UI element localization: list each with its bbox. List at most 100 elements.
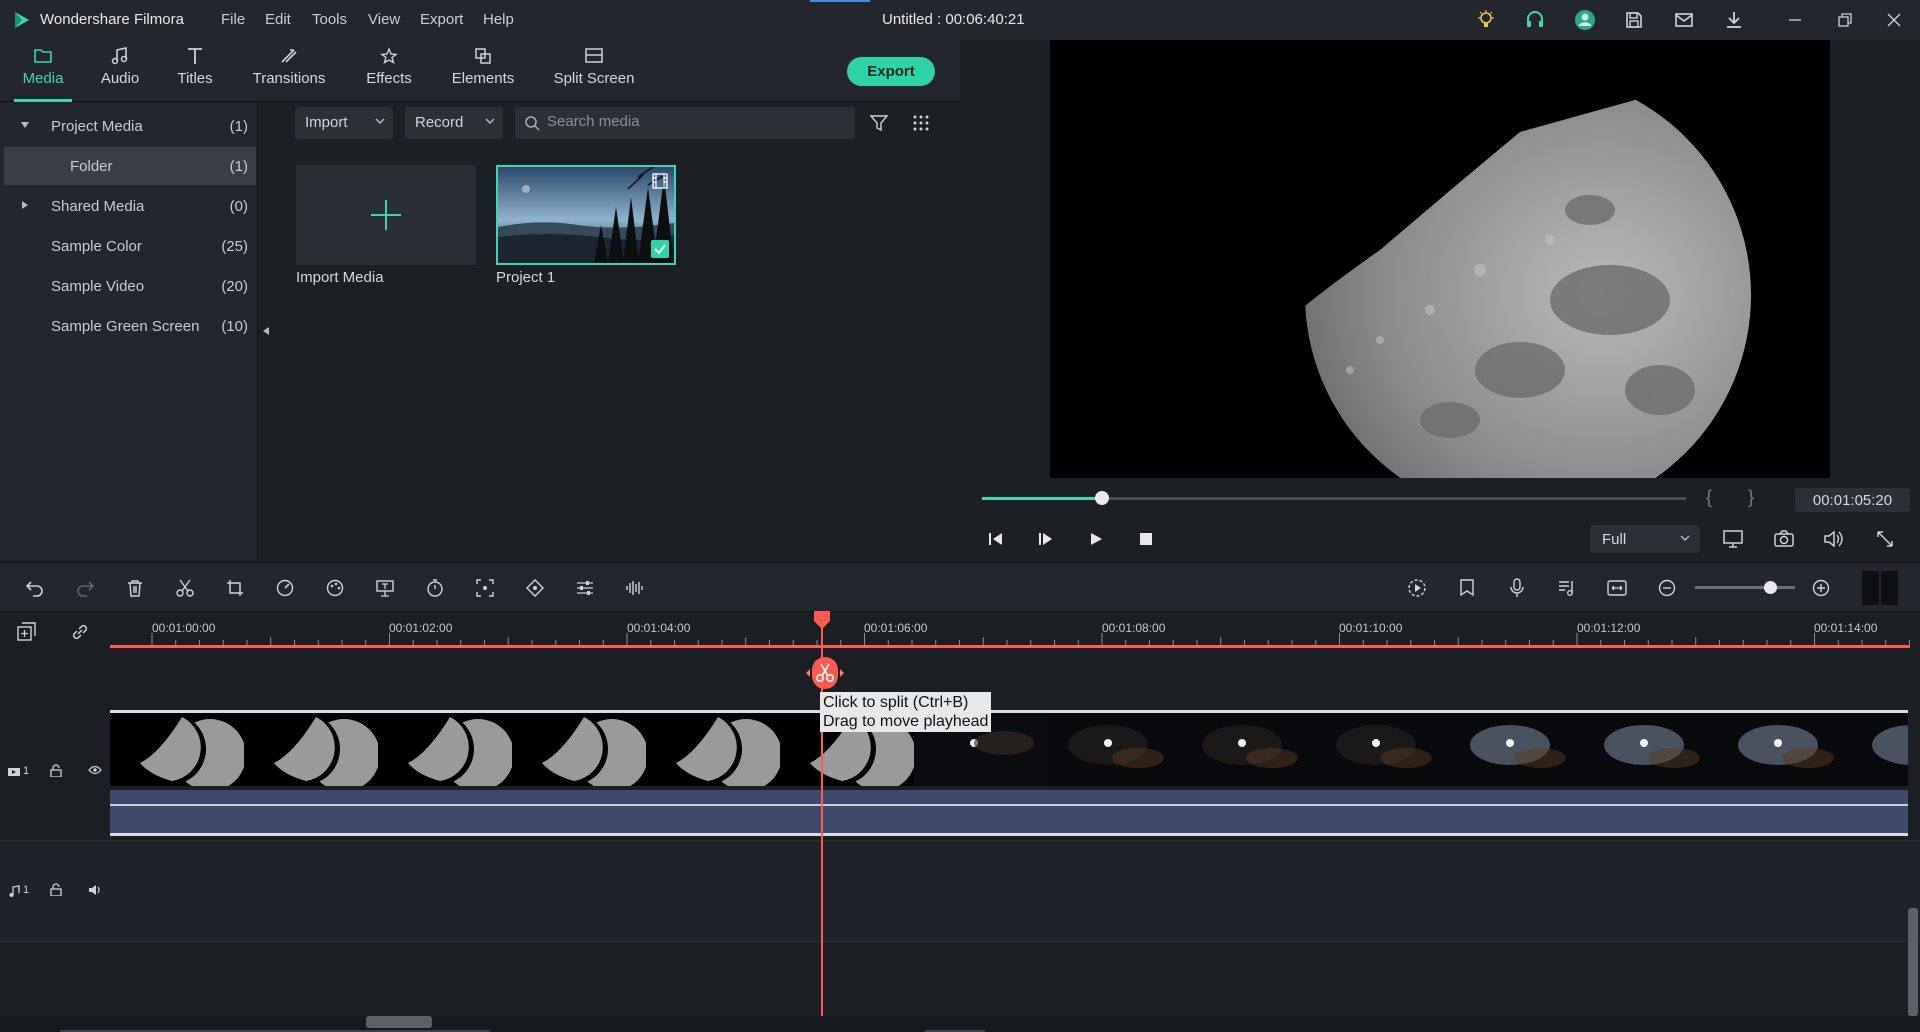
tab-effects[interactable]: Effects [360,40,418,102]
marker-icon[interactable] [1455,576,1479,600]
undo-icon[interactable] [23,576,47,600]
stop-button[interactable] [1134,527,1158,551]
render-preview-icon[interactable] [1405,576,1429,600]
sidebar-item-label: Folder [70,158,113,175]
preview-quality-dropdown[interactable]: Full [1590,525,1700,553]
project-1-thumbnail[interactable] [496,165,676,265]
audio-waveform-icon[interactable] [623,576,647,600]
eye-icon[interactable] [88,765,102,775]
tab-titles[interactable]: Titles [170,40,220,102]
close-button[interactable] [1882,8,1906,32]
expand-arrow-icon[interactable] [20,120,30,130]
split-scissors-button[interactable] [804,652,846,694]
lightbulb-icon[interactable] [1474,8,1498,32]
menu-file[interactable]: File [221,11,245,28]
text-icon [185,47,205,65]
menu-help[interactable]: Help [483,11,514,28]
collapse-arrow-icon[interactable] [20,200,30,210]
color-palette-icon[interactable] [323,576,347,600]
mark-in-button[interactable]: { [1706,487,1712,508]
collapse-panel-icon[interactable] [262,326,270,336]
redo-icon[interactable] [73,576,97,600]
video-clip[interactable] [110,710,1908,786]
auto-reframe-icon[interactable] [473,576,497,600]
adjust-settings-icon[interactable] [573,576,597,600]
save-icon[interactable] [1622,8,1646,32]
green-screen-icon[interactable] [373,576,397,600]
next-frame-button[interactable] [1034,527,1058,551]
lock-icon[interactable] [50,883,62,896]
zoom-out-icon[interactable] [1655,576,1679,600]
clip-frame [1316,713,1450,786]
tab-audio[interactable]: Audio [94,40,146,102]
tab-transitions[interactable]: Transitions [248,40,330,102]
menu-export[interactable]: Export [420,11,463,28]
grid-view-icon[interactable] [913,115,929,131]
cut-icon[interactable] [173,576,197,600]
export-button[interactable]: Export [847,57,935,86]
preview-progress-handle[interactable] [1094,491,1109,505]
add-track-icon[interactable] [17,622,37,642]
link-icon[interactable] [70,622,90,642]
layout-toggle-button[interactable] [1862,571,1898,605]
speed-icon[interactable] [273,576,297,600]
preview-progress-bar[interactable] [982,491,1686,505]
support-headset-icon[interactable] [1523,8,1547,32]
import-media-tile[interactable] [296,165,476,265]
sidebar-item-sample-green-screen[interactable]: Sample Green Screen (10) [4,307,256,345]
zoom-slider[interactable] [1695,581,1795,594]
volume-icon[interactable] [1822,527,1846,551]
timeline-ruler[interactable]: 00:01:00:00 00:01:02:00 00:01:04:00 00:0… [110,612,1920,648]
fit-timeline-icon[interactable] [1605,576,1629,600]
tab-media[interactable]: Media [14,40,72,102]
tab-label: Split Screen [553,70,635,87]
sidebar-item-shared-media[interactable]: Shared Media (0) [4,187,256,225]
menu-tools[interactable]: Tools [312,11,347,28]
import-media-label: Import Media [296,269,384,286]
display-settings-icon[interactable] [1721,527,1745,551]
play-button[interactable] [1084,527,1108,551]
microphone-icon[interactable] [1505,576,1529,600]
sidebar-item-sample-color[interactable]: Sample Color (25) [4,227,256,265]
crop-icon[interactable] [223,576,247,600]
record-dropdown[interactable]: Record [405,107,503,139]
music-note-icon [8,885,20,897]
download-icon[interactable] [1722,8,1746,32]
keyframe-icon[interactable] [523,576,547,600]
sidebar-item-folder[interactable]: Folder (1) [4,147,256,185]
ruler-label: 00:01:12:00 [1577,621,1641,635]
tab-label: Effects [366,70,412,87]
speaker-icon[interactable] [88,884,102,896]
import-dropdown[interactable]: Import [295,107,393,139]
menu-view[interactable]: View [368,11,400,28]
minimize-button[interactable] [1783,8,1807,32]
delete-icon[interactable] [123,576,147,600]
horizontal-scrollbar-thumb[interactable] [366,1016,432,1028]
playhead-handle[interactable] [813,610,831,630]
menu-edit[interactable]: Edit [265,11,291,28]
duration-timer-icon[interactable] [423,576,447,600]
tab-elements[interactable]: Elements [450,40,516,102]
fullscreen-icon[interactable] [1873,527,1897,551]
search-input[interactable] [547,113,837,130]
tab-split-screen[interactable]: Split Screen [552,40,636,102]
zoom-slider-handle[interactable] [1764,581,1777,594]
mark-out-button[interactable]: } [1748,487,1754,508]
vertical-scrollbar-thumb[interactable] [1908,908,1918,1016]
account-icon[interactable] [1573,8,1597,32]
previous-frame-button[interactable] [984,527,1008,551]
video-track-number: 1 [23,765,30,777]
snapshot-icon[interactable] [1772,527,1796,551]
zoom-in-icon[interactable] [1809,576,1833,600]
timeline-toolbar [0,562,1920,612]
audio-clip[interactable] [110,790,1908,836]
mail-icon[interactable] [1672,8,1696,32]
voiceover-list-icon[interactable] [1555,576,1579,600]
sidebar-item-sample-video[interactable]: Sample Video (20) [4,267,256,305]
filter-icon[interactable] [870,114,888,132]
ruler-label: 00:01:14:00 [1814,621,1878,635]
restore-button[interactable] [1833,8,1857,32]
sidebar-item-count: (10) [221,318,248,335]
lock-icon[interactable] [50,764,62,777]
sidebar-item-project-media[interactable]: Project Media (1) [4,107,256,145]
